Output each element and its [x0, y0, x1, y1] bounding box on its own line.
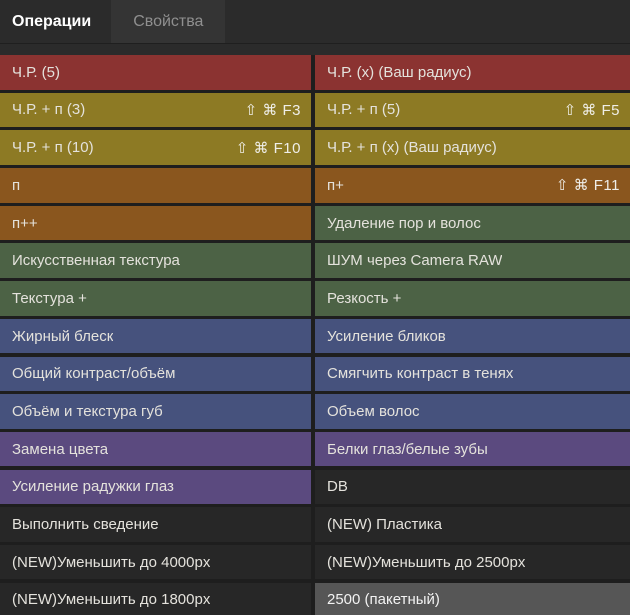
action-label: Усиление бликов: [327, 328, 446, 345]
panel-tab-bar: Операции Свойства: [0, 0, 630, 44]
action-button[interactable]: Удаление пор и волос: [315, 206, 630, 241]
action-label: Резкость +: [327, 290, 401, 307]
action-button[interactable]: Усиление радужки глаз: [0, 470, 311, 505]
action-label: Ч.Р. + п (x) (Ваш радиус): [327, 139, 497, 156]
action-button[interactable]: Замена цвета: [0, 432, 311, 467]
action-label: Усиление радужки глаз: [12, 478, 174, 495]
action-button[interactable]: Объем волос: [315, 394, 630, 429]
action-label: DB: [327, 478, 348, 495]
actions-panel: Ч.Р. (5) Ч.Р. (x) (Ваш радиус) Ч.Р. + п (3…: [0, 55, 630, 615]
action-button[interactable]: п+ ⇧ ⌘ F11: [315, 168, 630, 203]
action-label: п: [12, 177, 20, 194]
action-button[interactable]: Ч.Р. (5): [0, 55, 311, 90]
action-label: (NEW) Пластика: [327, 516, 442, 533]
action-label: (NEW)Уменьшить до 1800px: [12, 591, 210, 608]
tab-operations[interactable]: Операции: [0, 0, 111, 43]
action-label: Ч.Р. + п (3): [12, 101, 85, 118]
action-label: Замена цвета: [12, 441, 108, 458]
actions-grid: Ч.Р. (5) Ч.Р. (x) (Ваш радиус) Ч.Р. + п (3…: [0, 55, 630, 615]
action-label: Белки глаз/белые зубы: [327, 441, 488, 458]
action-label: (NEW)Уменьшить до 2500px: [327, 554, 525, 571]
shortcut-label: ⇧ ⌘ F11: [556, 176, 620, 194]
action-button[interactable]: (NEW) Пластика: [315, 507, 630, 542]
action-button[interactable]: Искусственная текстура: [0, 243, 311, 278]
action-button[interactable]: Ч.Р. + п (5) ⇧ ⌘ F5: [315, 93, 630, 128]
action-button[interactable]: (NEW)Уменьшить до 4000px: [0, 545, 311, 580]
action-button[interactable]: Резкость +: [315, 281, 630, 316]
action-label: Искусственная текстура: [12, 252, 180, 269]
action-button[interactable]: Ч.Р. + п (10) ⇧ ⌘ F10: [0, 130, 311, 165]
action-label: Текстура +: [12, 290, 87, 307]
action-button[interactable]: Жирный блеск: [0, 319, 311, 354]
tab-properties[interactable]: Свойства: [111, 0, 225, 43]
action-label: 2500 (пакетный): [327, 591, 440, 608]
tab-bar-filler: [225, 0, 630, 43]
action-button[interactable]: DB: [315, 470, 630, 505]
action-label: п++: [12, 215, 38, 232]
action-button[interactable]: Ч.Р. (x) (Ваш радиус): [315, 55, 630, 90]
action-button[interactable]: п: [0, 168, 311, 203]
shortcut-label: ⇧ ⌘ F3: [245, 101, 301, 119]
action-label: Удаление пор и волос: [327, 215, 481, 232]
shortcut-label: ⇧ ⌘ F5: [564, 101, 620, 119]
action-label: Общий контраст/объём: [12, 365, 175, 382]
action-button[interactable]: (NEW)Уменьшить до 1800px: [0, 583, 311, 615]
action-button[interactable]: Текстура +: [0, 281, 311, 316]
action-button[interactable]: Выполнить сведение: [0, 507, 311, 542]
action-button[interactable]: Белки глаз/белые зубы: [315, 432, 630, 467]
action-label: Ч.Р. (5): [12, 64, 60, 81]
action-label: Объём и текстура губ: [12, 403, 163, 420]
action-label: Объем волос: [327, 403, 420, 420]
action-button[interactable]: Усиление бликов: [315, 319, 630, 354]
action-label: Ч.Р. + п (10): [12, 139, 94, 156]
action-label: ШУМ через Camera RAW: [327, 252, 502, 269]
action-button[interactable]: Общий контраст/объём: [0, 357, 311, 392]
action-label: Ч.Р. + п (5): [327, 101, 400, 118]
action-button[interactable]: 2500 (пакетный): [315, 583, 630, 615]
action-button[interactable]: ШУМ через Camera RAW: [315, 243, 630, 278]
action-label: (NEW)Уменьшить до 4000px: [12, 554, 210, 571]
action-label: Ч.Р. (x) (Ваш радиус): [327, 64, 472, 81]
action-label: Смягчить контраст в тенях: [327, 365, 513, 382]
action-button[interactable]: Ч.Р. + п (x) (Ваш радиус): [315, 130, 630, 165]
action-button[interactable]: Объём и текстура губ: [0, 394, 311, 429]
action-label: Жирный блеск: [12, 328, 113, 345]
action-button[interactable]: п++: [0, 206, 311, 241]
action-button[interactable]: Смягчить контраст в тенях: [315, 357, 630, 392]
action-label: Выполнить сведение: [12, 516, 159, 533]
action-label: п+: [327, 177, 344, 194]
action-button[interactable]: Ч.Р. + п (3) ⇧ ⌘ F3: [0, 93, 311, 128]
action-button[interactable]: (NEW)Уменьшить до 2500px: [315, 545, 630, 580]
shortcut-label: ⇧ ⌘ F10: [236, 139, 301, 157]
